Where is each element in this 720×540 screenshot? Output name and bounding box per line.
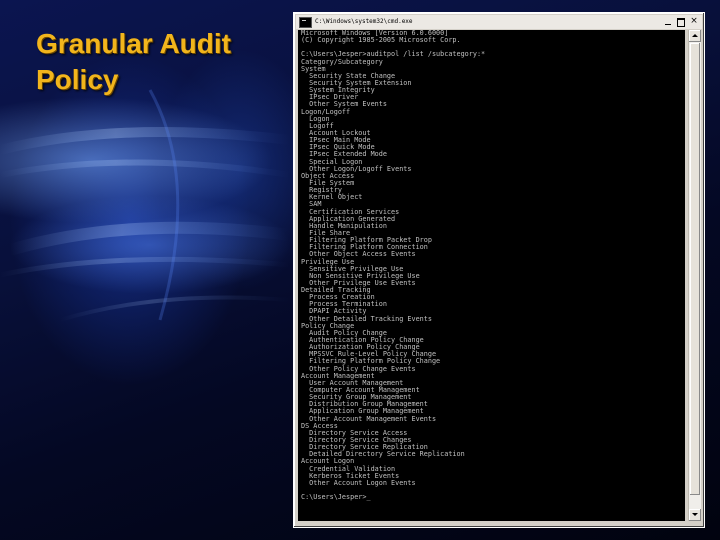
- console-line: C:\Users\Jesper>_: [301, 493, 371, 502]
- minimize-button[interactable]: [662, 16, 674, 27]
- console-line: Category/Subcategory: [301, 57, 383, 66]
- vertical-scrollbar[interactable]: [688, 30, 701, 521]
- slide-title-line-2: Policy: [36, 64, 119, 95]
- console-line: (C) Copyright 1985-2005 Microsoft Corp.: [301, 36, 461, 45]
- slide-title-line-1: Granular Audit: [36, 28, 231, 59]
- command-prompt-window[interactable]: C:\Windows\system32\cmd.exe × Microsoft …: [293, 12, 705, 528]
- console-line: Other Account Logon Events: [301, 478, 416, 487]
- console-line: Other Logon/Logoff Events: [301, 164, 412, 173]
- scroll-up-arrow-icon[interactable]: [689, 30, 701, 42]
- console-line: Logon/Logoff: [301, 107, 351, 116]
- console-icon[interactable]: [299, 17, 312, 28]
- console-line: Logon: [301, 114, 330, 123]
- scroll-thumb[interactable]: [690, 43, 700, 495]
- console-line: Object Access: [301, 171, 355, 180]
- console-line: File System: [301, 178, 355, 187]
- close-button[interactable]: ×: [688, 16, 700, 27]
- window-titlebar[interactable]: C:\Windows\system32\cmd.exe ×: [296, 15, 702, 29]
- slide-title: Granular Audit Policy: [36, 26, 286, 98]
- window-title: C:\Windows\system32\cmd.exe: [315, 18, 413, 25]
- console-line: Other Account Management Events: [301, 414, 437, 423]
- console-line: Detailed Directory Service Replication: [301, 450, 465, 459]
- maximize-button[interactable]: [675, 16, 687, 27]
- console-output[interactable]: Microsoft Windows [Version 6.0.6000] (C) …: [298, 30, 685, 521]
- console-line: Other System Events: [301, 100, 387, 109]
- console-line: Handle Manipulation: [301, 221, 387, 230]
- console-line: Kernel Object: [301, 193, 363, 202]
- console-line: Other Detailed Tracking Events: [301, 314, 432, 323]
- console-line: Other Object Access Events: [301, 250, 416, 259]
- scroll-down-arrow-icon[interactable]: [689, 509, 701, 521]
